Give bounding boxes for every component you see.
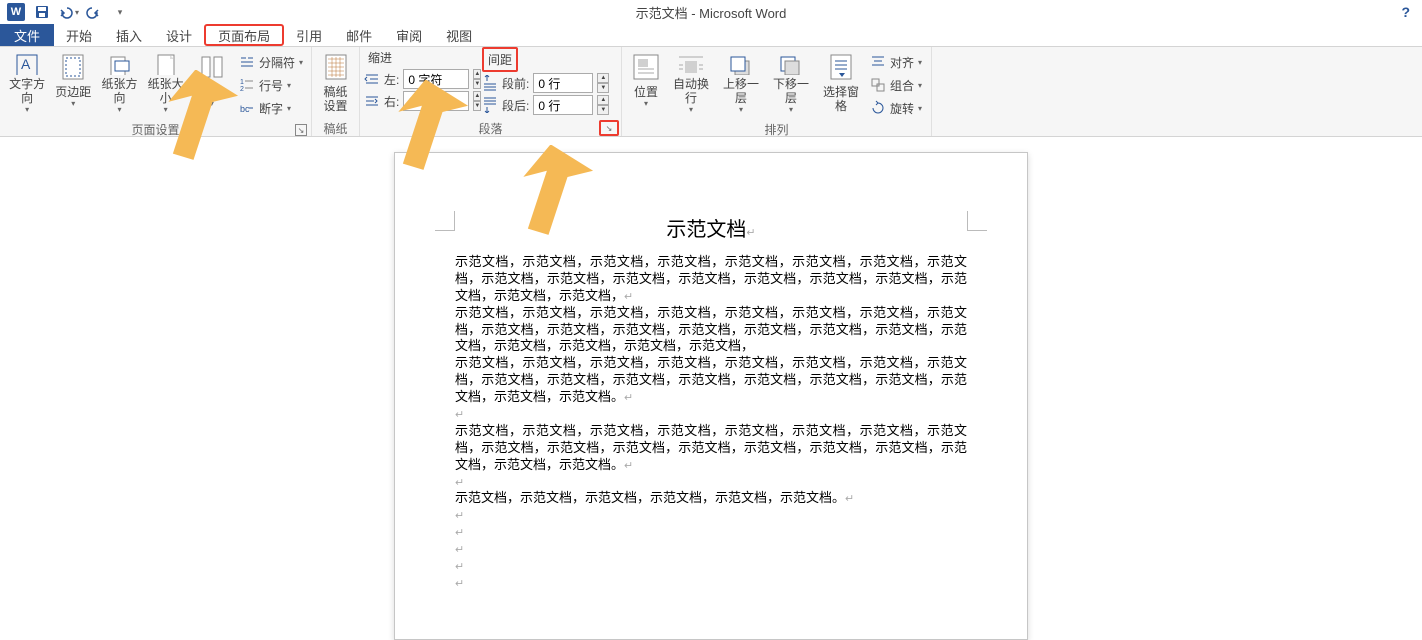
group-arrange: 位置▾ 自动换行▾ 上移一层▾ 下移一层▾ 选择窗格 对齐▾ [622,47,932,136]
annotation-arrow-tab [140,70,240,170]
tab-view[interactable]: 视图 [434,24,484,46]
document-area: 示范文档↵ 示范文档，示范文档，示范文档，示范文档，示范文档，示范文档，示范文档… [0,137,1422,640]
svg-text:bc: bc [240,104,250,114]
svg-text:1: 1 [240,79,244,86]
send-backward-button[interactable]: 下移一层▾ [766,49,816,117]
spacing-before-spinner[interactable]: ▲▼ [597,73,609,93]
spacing-before-input[interactable] [533,73,593,93]
margin-corner-tl [435,211,455,231]
tab-page-layout[interactable]: 页面布局 [204,24,284,46]
orientation-button[interactable]: 纸张方向▾ [96,49,142,117]
document-paragraph[interactable]: ↵ [455,558,967,575]
save-button[interactable] [30,2,54,22]
document-paragraph[interactable]: ↵ [455,524,967,541]
margins-button[interactable]: 页边距▾ [50,49,96,117]
align-button[interactable]: 对齐▾ [866,51,926,73]
document-paragraph[interactable]: ↵ [455,406,967,423]
window-title: 示范文档 - Microsoft Word [636,3,787,22]
rotate-button[interactable]: 旋转▾ [866,97,926,119]
paragraph-launcher[interactable]: ↘ [599,120,619,136]
rotate-icon [870,100,886,116]
spacing-after-spinner[interactable]: ▲▼ [597,95,609,115]
margin-corner-tr [967,211,987,231]
bring-forward-button[interactable]: 上移一层▾ [716,49,766,117]
line-numbers-icon: 12 [239,77,255,93]
group-icon [870,77,886,93]
document-paragraph[interactable]: 示范文档，示范文档，示范文档，示范文档，示范文档，示范文档，示范文档，示范文档，… [455,254,967,305]
spacing-after-label: 段后: [502,97,529,114]
document-paragraph[interactable]: 示范文档，示范文档，示范文档，示范文档，示范文档，示范文档，示范文档，示范文档，… [455,423,967,474]
spacing-after-icon [482,97,498,113]
tab-references[interactable]: 引用 [284,24,334,46]
spacing-before-label: 段前: [502,75,529,92]
tab-design[interactable]: 设计 [154,24,204,46]
align-icon [870,54,886,70]
tab-mailings[interactable]: 邮件 [334,24,384,46]
spacing-before-icon [482,75,498,91]
document-page[interactable]: 示范文档↵ 示范文档，示范文档，示范文档，示范文档，示范文档，示范文档，示范文档… [394,152,1028,640]
undo-button[interactable]: ▾ [56,2,80,22]
word-icon: W [4,2,28,22]
selection-pane-button[interactable]: 选择窗格 [816,49,866,117]
qat-customize[interactable]: ▾ [108,2,132,22]
svg-text:2: 2 [240,86,244,93]
group-manuscript: 稿纸 设置 稿纸 [312,47,360,136]
document-paragraph[interactable]: ↵ [455,575,967,592]
document-paragraph[interactable]: 示范文档，示范文档，示范文档，示范文档，示范文档，示范文档，示范文档，示范文档，… [455,355,967,406]
document-paragraph[interactable]: 示范文档，示范文档，示范文档，示范文档，示范文档，示范文档，示范文档，示范文档，… [455,305,967,356]
wrap-text-button[interactable]: 自动换行▾ [666,49,716,117]
help-button[interactable]: ? [1395,4,1416,20]
spacing-header: 间距 [482,47,518,72]
spacing-after-input[interactable] [533,95,593,115]
annotation-arrow-spacing [370,80,470,180]
group-label-arrange: 排列 [622,121,931,137]
page-setup-launcher[interactable]: ↘ [295,124,307,136]
indent-header: 缩进 [364,47,478,68]
line-numbers-button[interactable]: 12 行号▾ [235,74,307,96]
tab-file[interactable]: 文件 [0,24,54,46]
breaks-button[interactable]: 分隔符▾ [235,51,307,73]
breaks-icon [239,54,255,70]
tab-insert[interactable]: 插入 [104,24,154,46]
document-paragraph[interactable]: ↵ [455,474,967,491]
title-bar: W ▾ ▾ 示范文档 - Microsoft Word ? [0,0,1422,24]
position-button[interactable]: 位置▾ [626,49,666,117]
tab-review[interactable]: 审阅 [384,24,434,46]
tab-home[interactable]: 开始 [54,24,104,46]
document-paragraph[interactable]: 示范文档，示范文档，示范文档，示范文档，示范文档，示范文档。↵ [455,490,967,507]
annotation-arrow-launcher [495,145,595,245]
ribbon-tabs: 文件 开始 插入 设计 页面布局 引用 邮件 审阅 视图 [0,24,1422,47]
svg-text:A: A [21,56,31,72]
redo-button[interactable] [82,2,106,22]
group-label-manuscript: 稿纸 [312,120,359,136]
manuscript-settings-button[interactable]: 稿纸 设置 [316,49,355,117]
document-paragraph[interactable]: ↵ [455,541,967,558]
text-direction-button[interactable]: A 文字方向▾ [4,49,50,117]
hyphenation-button[interactable]: bc 断字▾ [235,97,307,119]
document-paragraph[interactable]: ↵ [455,507,967,524]
group-objects-button[interactable]: 组合▾ [866,74,926,96]
hyphenation-icon: bc [239,100,255,116]
quick-access-toolbar: W ▾ ▾ [0,2,132,22]
